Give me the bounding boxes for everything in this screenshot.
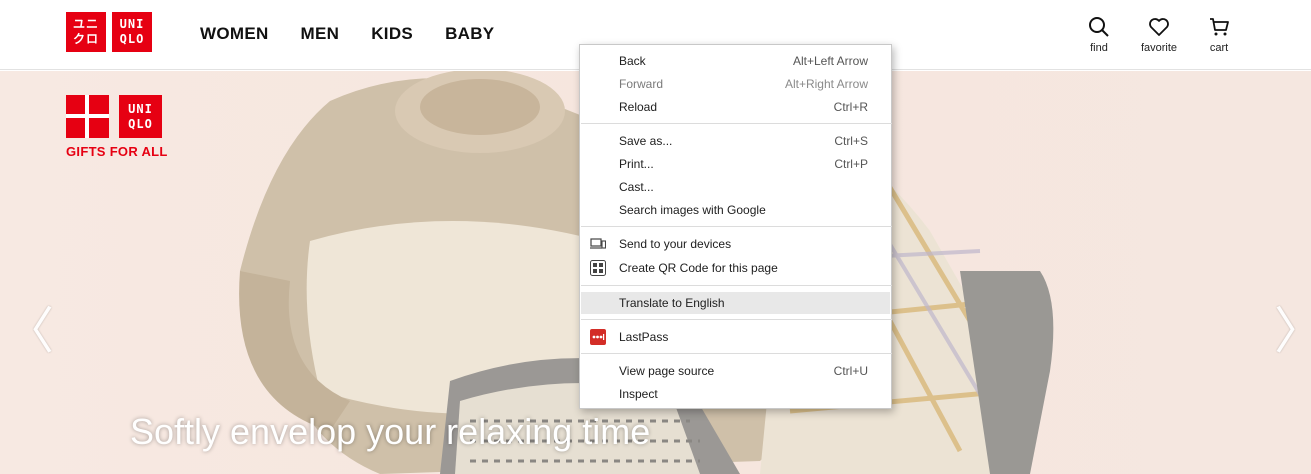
uniqlo-logo[interactable]: ユニ クロ UNI QLO: [66, 12, 152, 52]
menu-item-reload[interactable]: Reload Ctrl+R: [581, 96, 890, 118]
menu-item-qr-code[interactable]: Create QR Code for this page: [581, 257, 890, 279]
menu-separator: [581, 353, 892, 354]
cart-button[interactable]: cart: [1191, 16, 1247, 54]
menu-item-lastpass[interactable]: LastPass: [581, 326, 890, 348]
search-icon: [1089, 17, 1109, 37]
menu-item-search-images[interactable]: Search images with Google: [581, 199, 890, 221]
main-nav: WOMEN MEN KIDS BABY: [200, 24, 494, 44]
lastpass-icon: [590, 329, 606, 345]
uniqlo-logo-en: UNI QLO: [112, 12, 152, 52]
menu-item-translate[interactable]: Translate to English: [581, 292, 890, 314]
menu-item-shortcut: Ctrl+R: [833, 100, 868, 114]
nav-baby[interactable]: BABY: [445, 24, 494, 44]
menu-item-save-as[interactable]: Save as... Ctrl+S: [581, 130, 890, 152]
menu-item-label: Reload: [619, 100, 658, 114]
gift-icon: [66, 95, 109, 138]
menu-item-label: Back: [619, 54, 646, 68]
menu-item-inspect[interactable]: Inspect: [581, 383, 890, 405]
menu-item-print[interactable]: Print... Ctrl+P: [581, 153, 890, 175]
menu-item-label: Print...: [619, 157, 654, 171]
menu-separator: [581, 319, 892, 320]
menu-item-cast[interactable]: Cast...: [581, 176, 890, 198]
menu-separator: [581, 226, 892, 227]
menu-item-shortcut: Ctrl+S: [834, 134, 868, 148]
menu-item-back[interactable]: Back Alt+Left Arrow: [581, 50, 890, 72]
logo-jp-top: ユニ: [72, 17, 99, 31]
logo-top: UNI: [119, 17, 145, 31]
logo-bottom: QLO: [119, 32, 145, 46]
menu-item-shortcut: Alt+Left Arrow: [792, 54, 868, 68]
gift-logo-uniqlo: UNI QLO: [119, 95, 162, 138]
find-label: find: [1090, 42, 1108, 54]
gifts-for-all-logo: UNI QLO GIFTS FOR ALL: [66, 95, 168, 159]
menu-separator: [581, 123, 892, 124]
menu-item-label: Cast...: [619, 180, 654, 194]
devices-icon: [590, 236, 606, 252]
gift-logo-top: UNI: [128, 101, 153, 116]
menu-item-shortcut: Alt+Right Arrow: [784, 77, 868, 91]
gift-tagline: GIFTS FOR ALL: [66, 144, 168, 159]
menu-item-forward[interactable]: Forward Alt+Right Arrow: [581, 73, 890, 95]
menu-item-label: Forward: [619, 77, 664, 91]
heart-icon: [1149, 18, 1169, 36]
menu-item-label: Send to your devices: [619, 237, 732, 251]
menu-item-shortcut: Ctrl+P: [834, 157, 868, 171]
gift-logo-bottom: QLO: [128, 116, 153, 131]
find-button[interactable]: find: [1071, 16, 1127, 54]
menu-item-send-devices[interactable]: Send to your devices: [581, 233, 890, 255]
menu-item-label: Translate to English: [619, 296, 725, 310]
hero-caption: Softly envelop your relaxing time: [130, 411, 651, 452]
favorite-label: favorite: [1140, 42, 1178, 54]
menu-item-label: Create QR Code for this page: [619, 261, 778, 275]
favorite-button[interactable]: favorite: [1131, 16, 1187, 54]
carousel-prev-arrow-icon[interactable]: 〈: [4, 291, 54, 363]
uniqlo-logo-jp: ユニ クロ: [66, 12, 106, 52]
logo-jp-bottom: クロ: [72, 32, 99, 46]
menu-item-label: Search images with Google: [619, 203, 766, 217]
context-menu: Back Alt+Left Arrow Forward Alt+Right Ar…: [579, 44, 892, 409]
qr-code-icon: [590, 260, 606, 276]
menu-item-label: Inspect: [619, 387, 658, 401]
menu-item-view-source[interactable]: View page source Ctrl+U: [581, 360, 890, 382]
nav-women[interactable]: WOMEN: [200, 24, 269, 44]
menu-item-label: View page source: [619, 364, 715, 378]
nav-men[interactable]: MEN: [301, 24, 340, 44]
carousel-next-arrow-icon[interactable]: 〉: [1274, 291, 1311, 363]
menu-item-label: Save as...: [619, 134, 673, 148]
cart-icon: [1210, 18, 1229, 36]
cart-label: cart: [1209, 42, 1229, 54]
menu-item-label: LastPass: [619, 330, 669, 344]
menu-item-shortcut: Ctrl+U: [833, 364, 868, 378]
nav-kids[interactable]: KIDS: [371, 24, 413, 44]
menu-separator: [581, 285, 892, 286]
